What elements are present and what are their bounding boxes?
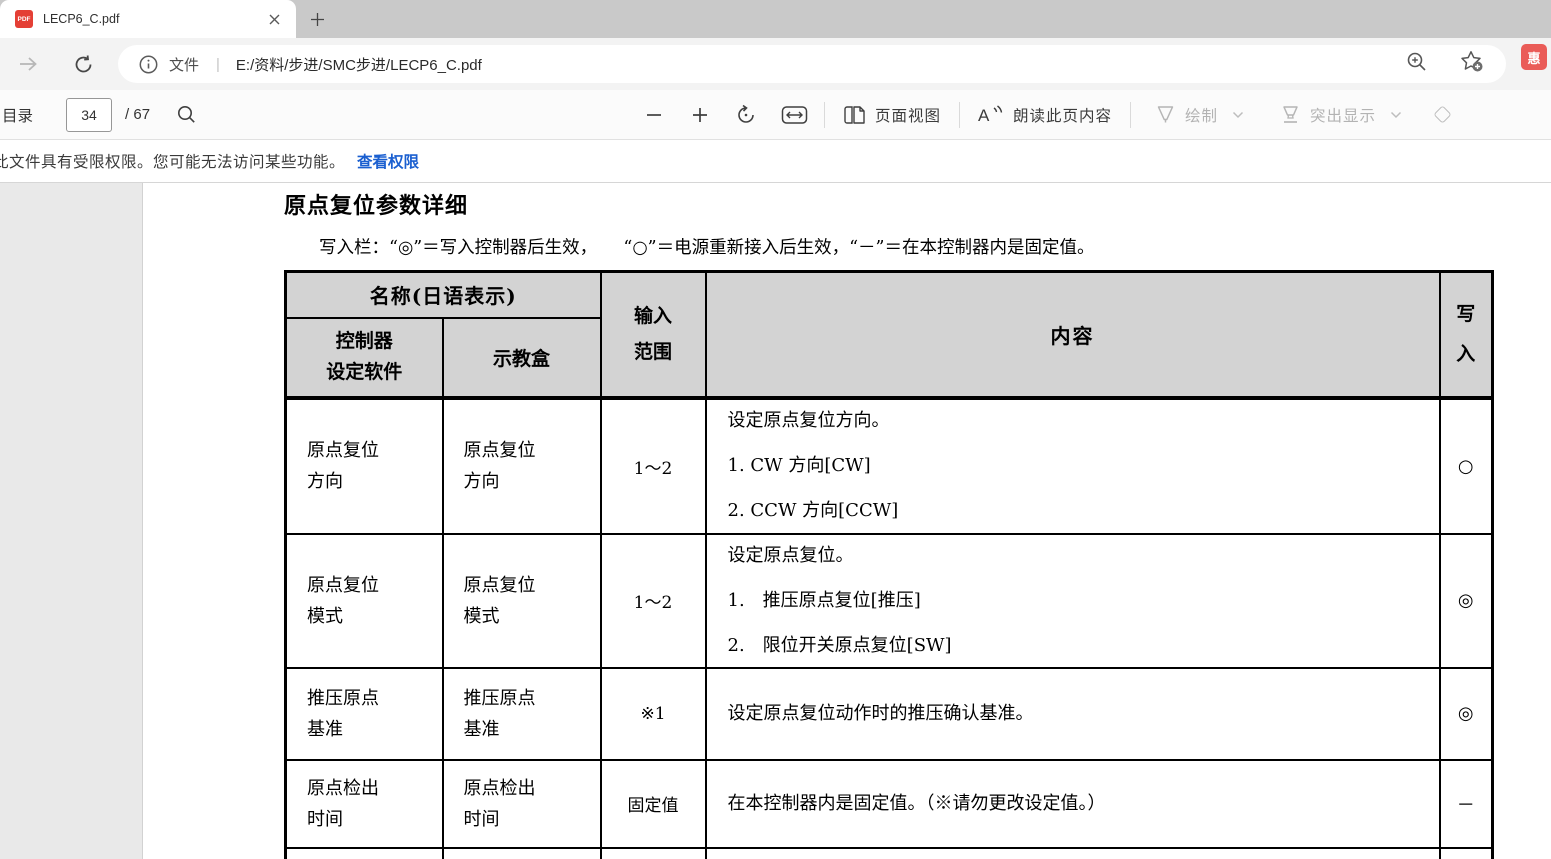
highlight-icon[interactable] [1280, 104, 1301, 125]
cell-controller-software: 原点复位模式 [286, 534, 443, 668]
highlight-label[interactable]: 突出显示 [1310, 104, 1376, 126]
header-content: 内容 [706, 272, 1440, 398]
cell-write: － [1440, 760, 1493, 848]
document-intro: 写入栏：“◎”＝写入控制器后生效， “○”＝电源重新接入后生效，“－”＝在本控制… [319, 234, 1094, 259]
highlight-dropdown-chevron-icon[interactable] [1390, 111, 1402, 119]
cell-teaching-box [443, 848, 601, 859]
parameter-table: 名称(日语表示) 输入范围 内容 写入 控制器设定软件 示教盒 原点复位方向原点… [284, 270, 1494, 859]
header-teaching-box: 示教盒 [443, 318, 601, 398]
address-file-label: 文件 [169, 54, 199, 75]
view-permissions-link[interactable]: 查看权限 [357, 150, 419, 172]
permission-notice-text: 此文件具有受限权限。您可能无法访问某些功能。 [0, 150, 345, 172]
zoom-in-icon[interactable] [691, 106, 709, 124]
table-row: 推压原点基准推压原点基准※1设定原点复位动作时的推压确认基准。◎ [286, 668, 1493, 760]
address-url: E:/资料/步进/SMC步进/LECP6_C.pdf [236, 54, 482, 75]
cell-teaching-box: 原点复位模式 [443, 534, 601, 668]
tab-title: LECP6_C.pdf [43, 12, 119, 26]
cell-input-range [601, 848, 706, 859]
pdf-page: 原点复位参数详细 写入栏：“◎”＝写入控制器后生效， “○”＝电源重新接入后生效… [142, 183, 1551, 859]
table-row: 原点复位模式原点复位模式1～2设定原点复位。1. 推压原点复位[推压]2. 限位… [286, 534, 1493, 668]
cell-write [1440, 848, 1493, 859]
cell-content: 设定原点复位方向。1. CW 方向[CW]2. CCW 方向[CCW] [706, 398, 1440, 534]
eraser-icon[interactable] [1436, 108, 1449, 121]
table-row: 原点检出时间原点检出时间固定值在本控制器内是固定值。（※请勿更改设定值。）－ [286, 760, 1493, 848]
header-write: 写入 [1440, 272, 1493, 398]
pdf-viewport[interactable]: 原点复位参数详细 写入栏：“◎”＝写入控制器后生效， “○”＝电源重新接入后生效… [0, 183, 1551, 859]
parameter-table-header: 名称(日语表示) 输入范围 内容 写入 控制器设定软件 示教盒 [286, 272, 1493, 398]
table-row: 原点复位方向原点复位方向1～2设定原点复位方向。1. CW 方向[CW]2. C… [286, 398, 1493, 534]
cell-input-range: ※1 [601, 668, 706, 760]
cell-input-range: 1～2 [601, 534, 706, 668]
header-name-group: 名称(日语表示) [286, 272, 601, 318]
header-input-range: 输入范围 [601, 272, 706, 398]
zoom-out-icon[interactable] [645, 106, 663, 124]
add-favorite-icon[interactable] [1460, 50, 1484, 78]
zoom-page-icon[interactable] [1406, 51, 1428, 78]
page-total-label: / 67 [125, 106, 150, 123]
cell-write: ◎ [1440, 534, 1493, 668]
toc-button[interactable]: 目录 [2, 104, 33, 126]
forward-icon[interactable] [15, 51, 41, 77]
draw-dropdown-chevron-icon[interactable] [1232, 111, 1244, 119]
rotate-icon[interactable] [735, 104, 757, 126]
header-controller-software: 控制器设定软件 [286, 318, 443, 398]
cell-content: 在本控制器内是固定值。（※请勿更改设定值。） [706, 760, 1440, 848]
page-number-input[interactable] [66, 98, 112, 132]
cell-content [706, 848, 1440, 859]
new-tab-button[interactable] [303, 5, 331, 33]
cell-controller-software: 原点检出时间 [286, 760, 443, 848]
read-aloud-label[interactable]: 朗读此页内容 [1013, 104, 1112, 126]
cell-controller-software: 原点复位方向 [286, 398, 443, 534]
document-title: 原点复位参数详细 [284, 188, 468, 220]
fit-width-icon[interactable] [781, 105, 808, 125]
cell-teaching-box: 原点检出时间 [443, 760, 601, 848]
cell-teaching-box: 推压原点基准 [443, 668, 601, 760]
page-view-icon[interactable] [843, 105, 866, 125]
page-view-label[interactable]: 页面视图 [875, 104, 941, 126]
tab-lecp6-pdf[interactable]: PDF LECP6_C.pdf [0, 0, 296, 38]
cell-teaching-box: 原点复位方向 [443, 398, 601, 534]
cell-input-range: 1～2 [601, 398, 706, 534]
tab-strip: PDF LECP6_C.pdf [0, 0, 1551, 38]
draw-icon[interactable] [1155, 104, 1176, 125]
address-bar[interactable]: 文件 | E:/资料/步进/SMC步进/LECP6_C.pdf [118, 45, 1506, 83]
address-separator: | [216, 56, 220, 73]
draw-label[interactable]: 绘制 [1185, 104, 1218, 126]
permission-notice-bar: 此文件具有受限权限。您可能无法访问某些功能。 查看权限 [0, 140, 1551, 183]
info-icon[interactable] [139, 55, 158, 74]
address-row: 文件 | E:/资料/步进/SMC步进/LECP6_C.pdf 惠 [0, 38, 1551, 90]
cell-content: 设定原点复位。1. 推压原点复位[推压]2. 限位开关原点复位[SW] [706, 534, 1440, 668]
cell-write: ○ [1440, 398, 1493, 534]
cell-input-range: 固定值 [601, 760, 706, 848]
svg-text:A: A [978, 106, 990, 125]
tab-close-icon[interactable] [262, 7, 286, 31]
table-row [286, 848, 1493, 859]
refresh-icon[interactable] [70, 51, 96, 77]
read-aloud-icon[interactable]: A [978, 104, 1004, 125]
pdf-toolbar: 目录 / 67 页面视图 [0, 90, 1551, 140]
cell-controller-software: 推压原点基准 [286, 668, 443, 760]
search-icon[interactable] [177, 105, 196, 124]
pdf-file-icon: PDF [15, 10, 33, 28]
cell-content: 设定原点复位动作时的推压确认基准。 [706, 668, 1440, 760]
extension-icon[interactable]: 惠 [1521, 44, 1547, 70]
parameter-table-body: 原点复位方向原点复位方向1～2设定原点复位方向。1. CW 方向[CW]2. C… [286, 398, 1493, 859]
cell-controller-software [286, 848, 443, 859]
cell-write: ◎ [1440, 668, 1493, 760]
browser-window: PDF LECP6_C.pdf 文件 | E:/资料/步进/SMC步进/LECP… [0, 0, 1551, 859]
